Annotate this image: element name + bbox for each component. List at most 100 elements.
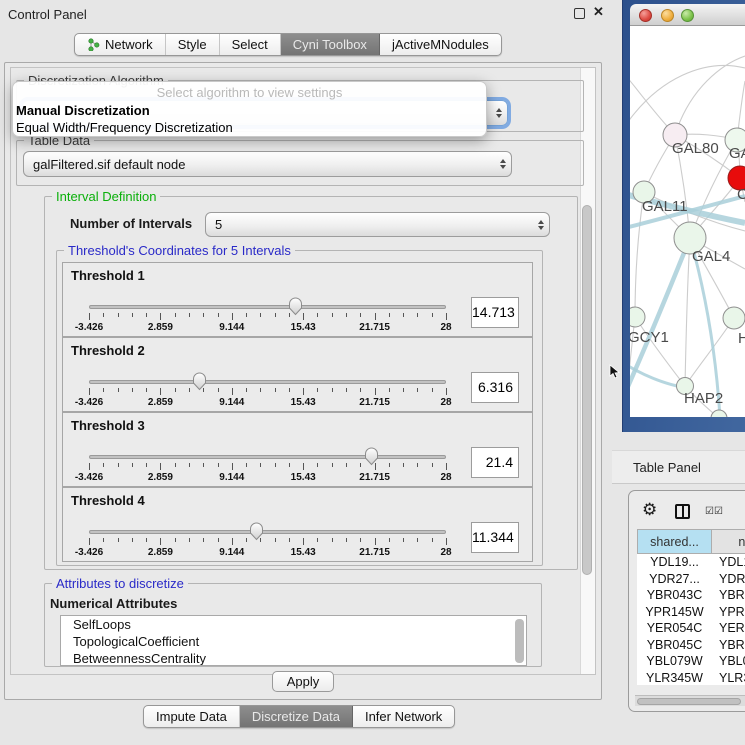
table-cell[interactable]: YPR145W [637, 604, 712, 621]
threshold-panel: Threshold 1-3.4262.8599.14415.4321.71528… [62, 262, 533, 337]
table-cell[interactable]: YDR27... [637, 571, 712, 588]
slider-tick-label: 28 [440, 472, 451, 483]
slider-tick [446, 538, 447, 545]
slider-thumb[interactable] [249, 522, 264, 541]
table-cell[interactable]: YBR045C [637, 637, 712, 654]
network-canvas[interactable]: GAL80GALCGAL11GAL4GCY1HHAP2 [630, 26, 745, 417]
table-row[interactable]: YBL079WYBL07 [637, 653, 745, 670]
threshold-slider[interactable]: -3.4262.8599.14415.4321.71528 [89, 451, 446, 485]
close-window-icon[interactable] [639, 9, 652, 22]
interval-count-combobox[interactable]: 5 [205, 212, 550, 237]
table-row[interactable]: YLR345WYLR34 [637, 670, 745, 686]
threshold-value-field[interactable]: 14.713 [471, 297, 519, 328]
slider-track[interactable] [89, 455, 446, 459]
combo-stepper-icon [500, 159, 506, 169]
slider-thumb[interactable] [288, 297, 303, 316]
tab-network[interactable]: Network [75, 34, 166, 55]
slider-tick [317, 463, 318, 467]
threshold-value-field[interactable]: 21.4 [471, 447, 519, 478]
algorithm-popup-item[interactable]: Equal Width/Frequency Discretization [13, 119, 486, 136]
threshold-slider[interactable]: -3.4262.8599.14415.4321.71528 [89, 526, 446, 560]
slider-track[interactable] [89, 305, 446, 309]
table-cell[interactable]: YDL19... [637, 554, 712, 571]
list-scrollbar-thumb[interactable] [515, 619, 524, 663]
tab-discretize-data[interactable]: Discretize Data [240, 706, 353, 727]
slider-tick [160, 538, 161, 545]
network-node[interactable] [723, 307, 745, 329]
network-node-label: GAL80 [672, 140, 719, 157]
slider-tick [246, 538, 247, 542]
checkbox-columns-icon[interactable]: ☑☑ [705, 506, 723, 517]
table-row[interactable]: YER054CYER05 [637, 620, 745, 637]
table-data-combobox[interactable]: galFiltered.sif default node [23, 151, 512, 177]
zoom-window-icon[interactable] [681, 9, 694, 22]
slider-tick [146, 313, 147, 317]
slider-tick [346, 463, 347, 467]
table-cell[interactable]: YBR04 [712, 637, 745, 654]
table-cell[interactable]: YBL079W [637, 653, 712, 670]
attribute-list-item[interactable]: BetweennessCentrality [61, 650, 526, 666]
network-node[interactable] [711, 410, 727, 417]
slider-tick [375, 388, 376, 395]
tab-style[interactable]: Style [166, 34, 220, 55]
network-edge[interactable] [630, 65, 745, 126]
tab-infer-network[interactable]: Infer Network [353, 706, 454, 727]
network-edge[interactable] [675, 56, 745, 135]
table-column-header[interactable]: name [712, 529, 745, 554]
table-cell[interactable]: YBR043C [637, 587, 712, 604]
network-edge[interactable] [685, 238, 690, 386]
table-row[interactable]: YDR27...YDR27 [637, 571, 745, 588]
table-row[interactable]: YBR043CYBR04 [637, 587, 745, 604]
table-cell[interactable]: YER05 [712, 620, 745, 637]
slider-tick [417, 388, 418, 392]
numerical-attributes-list[interactable]: SelfLoopsTopologicalCoefficientBetweenne… [60, 615, 527, 666]
table-cell[interactable]: YBL07 [712, 653, 745, 670]
table-row[interactable]: YDL19...YDL19 [637, 554, 745, 571]
threshold-value-field[interactable]: 6.316 [471, 372, 519, 403]
column-layout-icon[interactable] [675, 504, 690, 519]
slider-tick-label: 28 [440, 322, 451, 333]
table-cell[interactable]: YPR14 [712, 604, 745, 621]
table-column-header[interactable]: shared... [637, 529, 712, 554]
table-cell[interactable]: YDL19 [712, 554, 745, 571]
slider-thumb[interactable] [192, 372, 207, 391]
tab-label: Impute Data [156, 709, 227, 724]
table-cell[interactable]: YLR345W [637, 670, 712, 686]
table-cell[interactable]: YER054C [637, 620, 712, 637]
table-hscrollbar-track[interactable] [635, 695, 745, 706]
table-cell[interactable]: YBR04 [712, 587, 745, 604]
minimize-window-icon[interactable] [661, 9, 674, 22]
attribute-list-item[interactable]: SelfLoops [61, 616, 526, 633]
threshold-value-field[interactable]: 11.344 [471, 522, 519, 553]
table-cell[interactable]: YDR27 [712, 571, 745, 588]
slider-track[interactable] [89, 530, 446, 534]
attribute-list-item[interactable]: TopologicalCoefficient [61, 633, 526, 650]
threshold-slider[interactable]: -3.4262.8599.14415.4321.71528 [89, 301, 446, 335]
table-hscrollbar-thumb[interactable] [637, 698, 741, 705]
slider-tick [203, 313, 204, 317]
close-panel-icon[interactable]: ✕ [593, 4, 604, 20]
main-scrollbar-thumb[interactable] [582, 205, 592, 575]
gear-icon[interactable]: ⚙ [642, 500, 657, 520]
slider-thumb[interactable] [364, 447, 379, 466]
apply-button[interactable]: Apply [272, 671, 334, 692]
slider-tick [389, 313, 390, 317]
slider-tick [375, 313, 376, 320]
table-row[interactable]: YBR045CYBR04 [637, 637, 745, 654]
slider-tick-label: -3.426 [75, 547, 103, 558]
threshold-slider[interactable]: -3.4262.8599.14415.4321.71528 [89, 376, 446, 410]
slider-tick-label: 2.859 [148, 472, 173, 483]
table-cell[interactable]: YLR34 [712, 670, 745, 686]
float-panel-icon[interactable] [574, 8, 585, 19]
algorithm-popup-item[interactable]: Manual Discretization [13, 102, 486, 119]
tab-impute-data[interactable]: Impute Data [144, 706, 240, 727]
network-window-titlebar[interactable] [630, 4, 745, 26]
slider-track[interactable] [89, 380, 446, 384]
tab-jactivemnodules[interactable]: jActiveMNodules [380, 34, 501, 55]
table-row[interactable]: YPR145WYPR14 [637, 604, 745, 621]
network-node[interactable] [630, 307, 645, 327]
tab-cyni-toolbox[interactable]: Cyni Toolbox [281, 34, 380, 55]
tab-label: Select [232, 37, 268, 52]
tab-select[interactable]: Select [220, 34, 281, 55]
slider-tick [118, 463, 119, 467]
